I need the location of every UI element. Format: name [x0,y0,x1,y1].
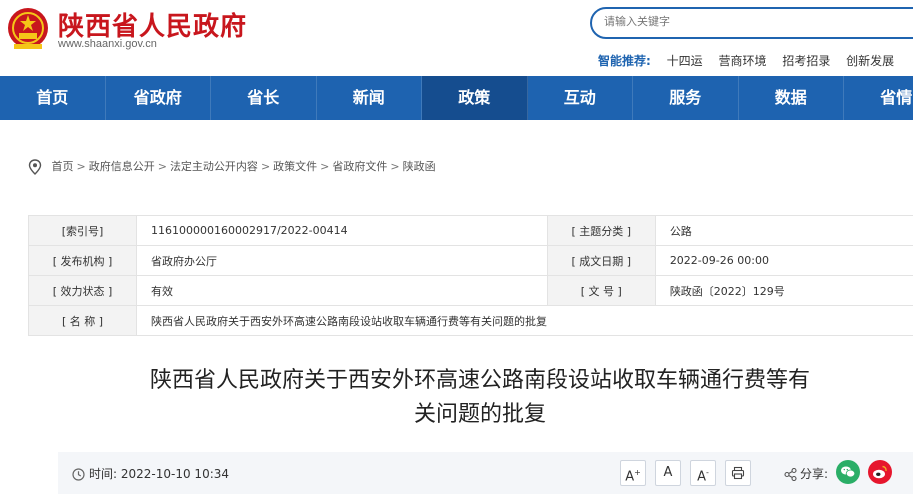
table-row: [ 名 称 ] 陕西省人民政府关于西安外环高速公路南段设站收取车辆通行费等有关问… [28,305,913,336]
written-date-value: 2022-09-26 00:00 [654,245,913,276]
breadcrumb-statutory-content[interactable]: 法定主动公开内容 [170,160,258,173]
share-icon [784,467,797,482]
share-wechat-button[interactable] [836,460,860,484]
location-pin-icon [28,159,42,175]
document-metadata-table: [索引号] 116100000160002917/2022-00414 [ 主题… [28,215,913,336]
document-name-label: [ 名 称 ] [28,305,137,336]
publish-time: 时间: 2022-10-10 10:34 [72,465,229,482]
smart-recommend-label: 智能推荐: [598,54,651,68]
font-reset-button[interactable]: A [655,460,681,486]
breadcrumb-separator: > [260,160,271,173]
site-header: 陕西省人民政府 www.shaanxi.gov.cn 智能推荐: 十四运 营商环… [0,0,913,76]
share-area: 分享: [784,465,828,482]
breadcrumb-separator: > [157,160,167,173]
search-input[interactable] [604,15,864,28]
publish-time-value: 2022-10-10 10:34 [120,467,230,481]
breadcrumb-policy-docs[interactable]: 政策文件 [273,160,317,173]
breadcrumb-gov-info-public[interactable]: 政府信息公开 [89,160,155,173]
nav-item-interaction[interactable]: 互动 [528,76,633,120]
validity-status-value: 有效 [136,275,548,306]
share-label: 分享: [800,467,829,481]
site-url: www.shaanxi.gov.cn [58,38,157,50]
table-row: [ 效力状态 ] 有效 [ 文 号 ] 陕政函〔2022〕129号 [28,275,913,306]
main-nav: 首页 省政府 省长 新闻 政策 互动 服务 数据 省情 [0,76,913,120]
font-increase-button[interactable]: A+ [620,460,646,486]
issuer-label: [ 发布机构 ] [28,245,137,276]
issuer-value: 省政府办公厅 [136,245,548,276]
validity-status-label: [ 效力状态 ] [28,275,137,306]
topic-category-label: [ 主题分类 ] [546,215,656,246]
nav-item-policy[interactable]: 政策 [422,76,528,120]
document-number-label: [ 文 号 ] [546,275,656,306]
topic-category-value: 公路 [654,215,913,246]
article-toolbar: 时间: 2022-10-10 10:34 A+ A A- 分享: [58,452,913,494]
written-date-label: [ 成文日期 ] [546,245,656,276]
nav-item-news[interactable]: 新闻 [317,76,422,120]
nav-item-provincial-government[interactable]: 省政府 [106,76,211,120]
font-decrease-button[interactable]: A- [690,460,716,486]
nav-item-service[interactable]: 服务 [633,76,739,120]
font-increase-label: A [625,469,635,485]
recommend-link-shisiyun[interactable]: 十四运 [667,54,703,68]
nav-item-governor[interactable]: 省长 [211,76,317,120]
nav-item-province-info[interactable]: 省情 [844,76,913,120]
print-icon [731,466,745,480]
nav-item-data[interactable]: 数据 [739,76,844,120]
table-row: [ 发布机构 ] 省政府办公厅 [ 成文日期 ] 2022-09-26 00:0… [28,245,913,276]
breadcrumb: 首页 > 政府信息公开 > 法定主动公开内容 > 政策文件 > 省政府文件 > 陕政函 [28,158,436,175]
print-button[interactable] [725,460,751,486]
breadcrumb-home[interactable]: 首页 [52,160,74,173]
index-number-value: 116100000160002917/2022-00414 [136,215,548,246]
wechat-icon [841,466,856,478]
table-row: [索引号] 116100000160002917/2022-00414 [ 主题… [28,215,913,246]
recommend-link-business-env[interactable]: 营商环境 [718,54,766,68]
font-decrease-label: A [697,469,706,485]
weibo-icon [873,465,887,479]
article-title: 陕西省人民政府关于西安外环高速公路南段设站收取车辆通行费等有 关问题的批复 [60,364,900,432]
document-number-value: 陕政函〔2022〕129号 [654,275,913,306]
document-name-value: 陕西省人民政府关于西安外环高速公路南段设站收取车辆通行费等有关问题的批复 [136,305,913,336]
article-title-line-1: 陕西省人民政府关于西安外环高速公路南段设站收取车辆通行费等有 [149,368,810,393]
recommend-link-recruitment[interactable]: 招考招录 [782,54,830,68]
clock-icon [72,468,85,481]
font-reset-label: A [663,465,673,480]
publish-time-label: 时间: [89,467,118,481]
share-weibo-button[interactable] [868,460,892,484]
index-number-label: [索引号] [28,215,137,246]
nav-item-home[interactable]: 首页 [0,76,106,120]
breadcrumb-current[interactable]: 陕政函 [403,160,436,173]
breadcrumb-separator: > [390,160,400,173]
breadcrumb-provincial-docs[interactable]: 省政府文件 [332,160,387,173]
article-title-line-2: 关问题的批复 [413,402,546,427]
breadcrumb-separator: > [320,160,330,173]
breadcrumb-separator: > [76,160,86,173]
recommend-link-innovation[interactable]: 创新发展 [846,54,894,68]
smart-recommend: 智能推荐: 十四运 营商环境 招考招录 创新发展 [598,52,906,69]
search-box [590,7,913,39]
national-emblem-icon [8,8,48,49]
